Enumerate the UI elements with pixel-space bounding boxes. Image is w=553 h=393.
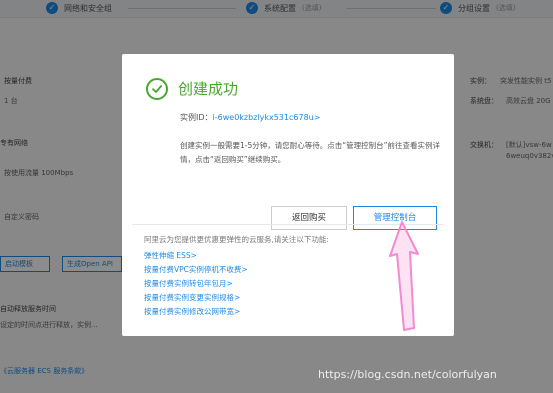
instance-id-row: 实例ID：i-6we0kzbzlykx531c678u> bbox=[180, 112, 320, 123]
instance-id-link[interactable]: i-6we0kzbzlykx531c678u> bbox=[213, 113, 321, 122]
instance-id-label: 实例ID： bbox=[180, 113, 213, 122]
watermark: https://blog.csdn.net/colorfulyan bbox=[318, 368, 497, 381]
elastic-services-intro: 阿里云为您提供更优惠更弹性的云服务,请关注以下功能: bbox=[144, 235, 329, 244]
success-check-icon bbox=[146, 78, 168, 100]
link-change-instance-spec[interactable]: 按量付费实例变更实例规格> bbox=[144, 291, 248, 305]
link-ess[interactable]: 弹性伸缩 ESS> bbox=[144, 249, 248, 263]
back-to-purchase-button[interactable]: 返回购买 bbox=[271, 206, 347, 230]
link-convert-subscription[interactable]: 按量付费实例转包年包月> bbox=[144, 277, 248, 291]
elastic-services-links: 弹性伸缩 ESS> 按量付费VPC实例停机不收费> 按量付费实例转包年包月> 按… bbox=[144, 249, 248, 319]
link-modify-bandwidth[interactable]: 按量付费实例修改公网带宽> bbox=[144, 305, 248, 319]
link-vpc-stop-no-charge[interactable]: 按量付费VPC实例停机不收费> bbox=[144, 263, 248, 277]
annotation-arrow-icon bbox=[389, 221, 419, 331]
dialog-description: 创建实例一般需要1-5分钟，请您耐心等待。点击“管理控制台”前往查看实例详情，点… bbox=[180, 141, 441, 164]
dialog-title: 创建成功 bbox=[178, 80, 239, 98]
